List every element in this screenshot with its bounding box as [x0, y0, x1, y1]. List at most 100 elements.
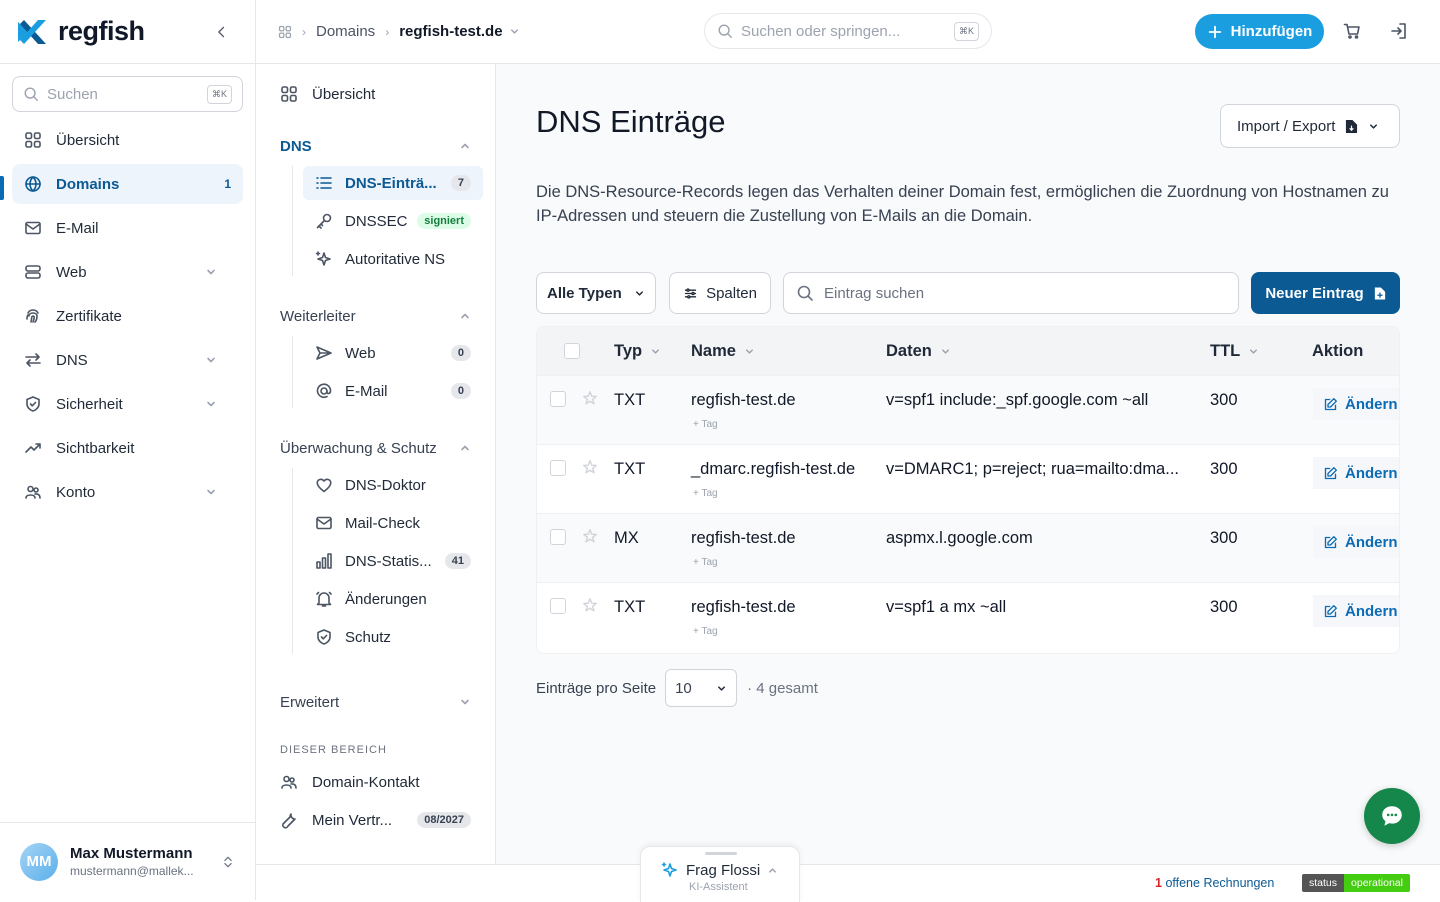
- subnav-item-label: Schutz: [345, 628, 391, 646]
- top-bar: › Domains › regfish-test.de Suchen oder …: [256, 0, 1440, 64]
- subnav-item-dnssec[interactable]: DNSSEC signiert: [303, 204, 483, 238]
- sidebar-item-domains[interactable]: Domains 1: [12, 164, 243, 204]
- group-weiterleiter-header[interactable]: Weiterleiter: [256, 302, 495, 330]
- breadcrumb-domains[interactable]: Domains: [316, 23, 375, 40]
- column-header-type[interactable]: Typ: [614, 342, 661, 361]
- arrows-icon: [25, 353, 41, 367]
- page-title: DNS Einträge: [536, 104, 726, 139]
- add-button[interactable]: Hinzufügen: [1195, 14, 1324, 49]
- bell-icon: [316, 591, 332, 607]
- grid-icon: [281, 86, 297, 102]
- ai-assistant-panel[interactable]: Frag Flossi KI-Assistent: [640, 846, 800, 902]
- new-entry-button[interactable]: Neuer Eintrag: [1251, 272, 1400, 314]
- status-badge[interactable]: status operational: [1302, 874, 1410, 892]
- subnav-item-domain-kontakt[interactable]: Domain-Kontakt: [256, 764, 495, 800]
- dns-records-table: Typ Name Daten TTL Aktion TXT regfish-te…: [536, 326, 1400, 654]
- edit-button[interactable]: Ändern: [1313, 526, 1399, 558]
- mail-icon: [25, 221, 41, 235]
- sidebar-item-email[interactable]: E-Mail: [12, 208, 243, 248]
- star-icon[interactable]: [582, 390, 598, 406]
- star-icon[interactable]: [582, 459, 598, 475]
- add-tag-button[interactable]: + Tag: [693, 557, 718, 568]
- sidebar-item-sicherheit[interactable]: Sicherheit: [12, 384, 243, 424]
- collapse-sidebar-icon[interactable]: [215, 25, 229, 39]
- sidebar-item-dns[interactable]: DNS: [12, 340, 243, 380]
- server-icon: [25, 265, 41, 279]
- star-icon[interactable]: [582, 597, 598, 613]
- column-header-name[interactable]: Name: [691, 342, 755, 361]
- type-filter-select[interactable]: Alle Typen: [536, 272, 656, 314]
- row-checkbox[interactable]: [550, 391, 566, 407]
- sidebar-item-web[interactable]: Web: [12, 252, 243, 292]
- sidebar-search-placeholder: Suchen: [47, 85, 98, 103]
- global-search-placeholder: Suchen oder springen...: [741, 22, 901, 40]
- entry-search-input[interactable]: Eintrag suchen: [783, 272, 1239, 314]
- user-menu[interactable]: MM Max Mustermann mustermann@mallek...: [0, 822, 255, 900]
- pagination: Einträge pro Seite 10 · 4 gesamt: [536, 668, 818, 708]
- subnav-item-uebersicht[interactable]: Übersicht: [256, 74, 495, 114]
- column-header-data[interactable]: Daten: [886, 342, 951, 361]
- chat-bubble-icon: [1382, 806, 1402, 826]
- subnav-item-dns-eintraege[interactable]: DNS-Einträ... 7: [303, 166, 483, 200]
- add-tag-button[interactable]: + Tag: [693, 626, 718, 637]
- sidebar-search-input[interactable]: Suchen ⌘K: [12, 76, 243, 112]
- subnav-item-dns-statistik[interactable]: DNS-Statis... 41: [303, 544, 483, 578]
- add-tag-button[interactable]: + Tag: [693, 488, 718, 499]
- cart-icon[interactable]: [1343, 22, 1361, 40]
- group-ueberwachung-header[interactable]: Überwachung & Schutz: [256, 434, 495, 462]
- user-email: mustermann@mallek...: [70, 864, 194, 878]
- edit-button[interactable]: Ändern: [1313, 595, 1399, 627]
- sidebar-item-label: Domains: [56, 175, 120, 193]
- record-ttl: 300: [1210, 529, 1238, 547]
- row-checkbox[interactable]: [550, 460, 566, 476]
- edit-button[interactable]: Ändern: [1313, 457, 1399, 489]
- chevron-down-icon: [941, 349, 949, 354]
- subnav-item-mail-check[interactable]: Mail-Check: [303, 506, 483, 540]
- shortcut-hint: ⌘K: [206, 84, 232, 104]
- sidebar-item-sichtbarkeit[interactable]: Sichtbarkeit: [12, 428, 243, 468]
- grid-icon[interactable]: [278, 25, 292, 39]
- chevron-down-icon: [207, 357, 215, 363]
- drag-handle[interactable]: [705, 852, 737, 855]
- per-page-label: Einträge pro Seite: [536, 679, 657, 697]
- sidebar-item-konto[interactable]: Konto: [12, 472, 243, 512]
- select-all-checkbox[interactable]: [564, 343, 580, 359]
- row-checkbox[interactable]: [550, 598, 566, 614]
- subnav-item-schutz[interactable]: Schutz: [303, 620, 483, 654]
- star-icon[interactable]: [582, 528, 598, 544]
- key-icon: [316, 213, 332, 229]
- open-invoices-link[interactable]: 1 offene Rechnungen: [1155, 876, 1274, 890]
- global-search-input[interactable]: Suchen oder springen... ⌘K: [704, 13, 992, 49]
- count-badge: 0: [450, 345, 471, 361]
- sidebar-item-uebersicht[interactable]: Übersicht: [12, 120, 243, 160]
- group-dns-header[interactable]: DNS: [256, 132, 495, 160]
- subnav-item-dns-doktor[interactable]: DNS-Doktor: [303, 468, 483, 502]
- type-filter-value: Alle Typen: [547, 284, 622, 302]
- send-icon: [316, 346, 332, 360]
- edit-button[interactable]: Ändern: [1313, 388, 1399, 420]
- logout-icon[interactable]: [1390, 22, 1408, 40]
- subnav-item-web-forward[interactable]: Web 0: [303, 336, 483, 370]
- chevron-down-icon[interactable]: [509, 26, 520, 37]
- group-erweitert-header[interactable]: Erweitert: [256, 688, 495, 716]
- subnav-item-mein-vertrag[interactable]: Mein Vertr... 08/2027: [256, 802, 495, 838]
- sidebar-item-label: Zertifikate: [56, 307, 122, 325]
- sidebar-item-zertifikate[interactable]: Zertifikate: [12, 296, 243, 336]
- globe-icon: [25, 176, 41, 192]
- row-checkbox[interactable]: [550, 529, 566, 545]
- import-export-button[interactable]: Import / Export: [1220, 104, 1400, 148]
- chevron-up-down-icon[interactable]: [221, 855, 235, 869]
- subnav-item-autoritative-ns[interactable]: Autoritative NS: [303, 242, 483, 276]
- subnav-item-email-forward[interactable]: E-Mail 0: [303, 374, 483, 408]
- breadcrumb-current-domain[interactable]: regfish-test.de: [399, 23, 502, 40]
- per-page-select[interactable]: 10: [665, 669, 738, 707]
- columns-button[interactable]: Spalten: [669, 272, 771, 314]
- main-sidebar: regfish Suchen ⌘K Übersicht Domains 1 E-…: [0, 0, 256, 900]
- search-icon: [24, 87, 38, 101]
- subnav-item-label: E-Mail: [345, 382, 388, 400]
- column-header-ttl[interactable]: TTL: [1210, 342, 1259, 361]
- chat-button[interactable]: [1364, 788, 1420, 844]
- subnav-item-aenderungen[interactable]: Änderungen: [303, 582, 483, 616]
- add-tag-button[interactable]: + Tag: [693, 419, 718, 430]
- add-button-label: Hinzufügen: [1230, 23, 1313, 40]
